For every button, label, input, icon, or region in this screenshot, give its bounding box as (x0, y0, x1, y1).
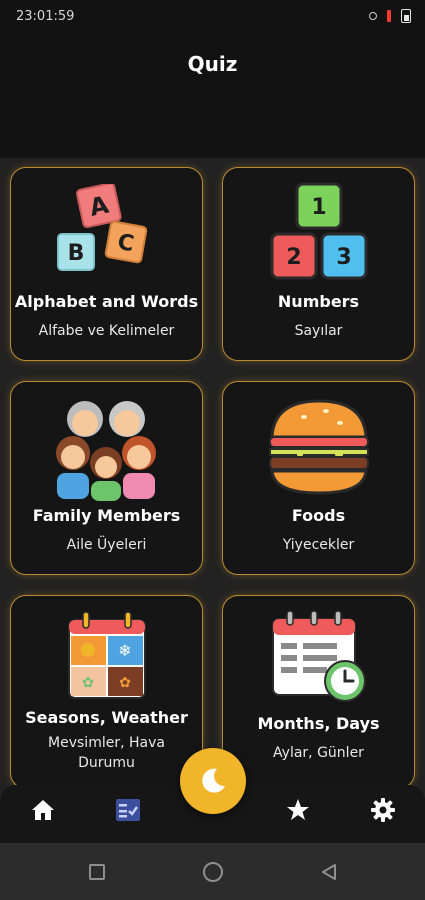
home-button-icon[interactable] (202, 861, 224, 883)
home-icon[interactable] (23, 793, 63, 827)
calendar-clock-icon (259, 606, 379, 712)
category-subtitle: Sayılar (294, 323, 343, 339)
number-two: 2 (286, 245, 301, 270)
burger-icon (259, 392, 379, 504)
settings-gear-icon[interactable] (363, 793, 403, 827)
svg-text:❄: ❄ (118, 641, 131, 660)
category-subtitle: Aylar, Günler (273, 745, 364, 761)
theme-toggle-button[interactable] (180, 748, 246, 814)
back-icon[interactable] (318, 861, 340, 883)
category-title: Foods (291, 506, 346, 525)
recent-apps-icon[interactable] (86, 861, 108, 883)
star-icon[interactable] (278, 793, 318, 827)
battery-icon (401, 9, 411, 23)
app-header: Quiz (0, 32, 425, 158)
category-subtitle: Alfabe ve Kelimeler (38, 323, 175, 339)
category-title: Seasons, Weather (25, 708, 188, 727)
quiz-checklist-icon[interactable] (108, 793, 148, 827)
moon-icon (202, 768, 225, 793)
category-card-alphabet[interactable]: A B C Alphabet and Words Alfabe ve Kelim… (10, 167, 203, 361)
number-blocks-icon: 1 2 3 (259, 178, 379, 290)
svg-text:✿: ✿ (119, 675, 131, 691)
category-subtitle: Yiyecekler (282, 537, 355, 553)
status-time: 23:01:59 (16, 8, 75, 24)
svg-text:✿: ✿ (82, 675, 94, 691)
status-icons (369, 9, 411, 23)
abc-blocks-icon: A B C (47, 178, 167, 290)
family-icon (47, 392, 167, 504)
category-card-months[interactable]: Months, Days Aylar, Günler (222, 595, 415, 789)
category-card-foods[interactable]: Foods Yiyecekler (222, 381, 415, 575)
category-subtitle: Aile Üyeleri (66, 537, 147, 553)
status-bar: 23:01:59 (0, 0, 425, 32)
category-card-numbers[interactable]: 1 2 3 Numbers Sayılar (222, 167, 415, 361)
category-list[interactable]: A B C Alphabet and Words Alfabe ve Kelim… (0, 158, 425, 808)
category-title: Months, Days (257, 714, 380, 733)
category-title: Family Members (32, 506, 181, 525)
page-title: Quiz (187, 52, 238, 76)
number-three: 3 (336, 245, 351, 270)
alarm-icon (369, 12, 377, 20)
category-card-seasons[interactable]: ❄ ✿ ✿ Seasons, Weather Mevsimler, Hava D… (10, 595, 203, 789)
letter-b: B (67, 241, 84, 266)
category-subtitle: Mevsimler, Hava Durumu (48, 735, 165, 771)
category-title: Numbers (277, 292, 360, 311)
system-nav-bar (0, 843, 425, 900)
recording-icon (387, 10, 391, 22)
category-card-family[interactable]: Family Members Aile Üyeleri (10, 381, 203, 575)
number-one: 1 (311, 195, 326, 220)
category-title: Alphabet and Words (14, 292, 199, 311)
seasons-calendar-icon: ❄ ✿ ✿ (47, 606, 167, 706)
